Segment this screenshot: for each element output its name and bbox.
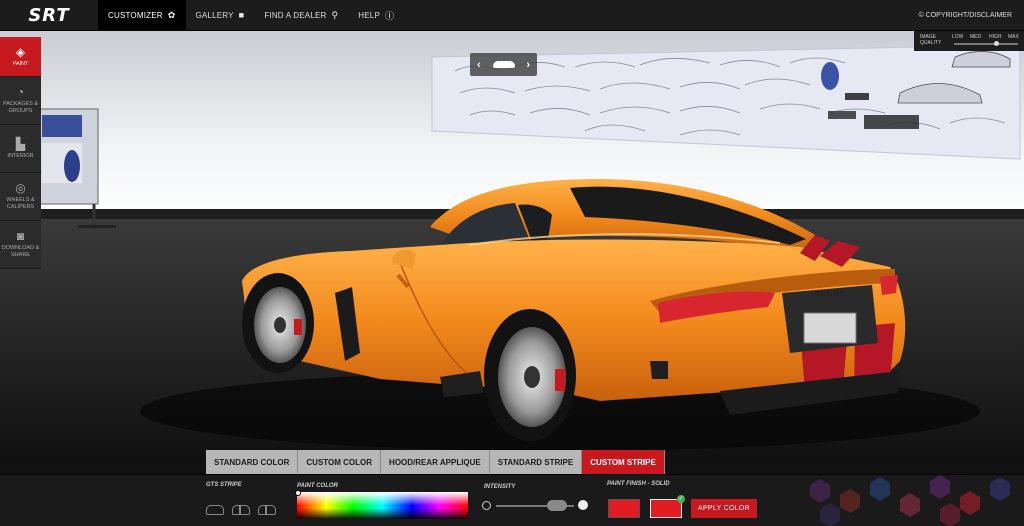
nav-gallery[interactable]: GALLERY ■	[186, 0, 255, 31]
gallery-icon: ■	[238, 10, 245, 20]
gear-icon: ✿	[167, 9, 176, 20]
quality-option-med[interactable]: MED	[970, 34, 981, 40]
location-pin-icon: ⚲	[331, 9, 339, 20]
sidebar-item-download-share[interactable]: ◙ DOWNLOAD & SHARE	[0, 221, 41, 269]
gts-stripe-label: GTS STRIPE	[206, 482, 242, 488]
sidebar-item-label: PAINT	[12, 60, 29, 67]
copyright-disclaimer-link[interactable]: © COPYRIGHT/DISCLAIMER	[919, 0, 1012, 31]
sidebar-item-interior[interactable]: ▙ INTERIOR	[0, 125, 41, 173]
sidebar-item-wheels-calipers[interactable]: ◎ WHEELS & CALIPERS	[0, 173, 41, 221]
paint-icon: ◈	[15, 44, 26, 59]
tab-custom-stripe[interactable]: CUSTOM STRIPE	[582, 450, 665, 474]
intensity-label: INTENSITY	[484, 484, 516, 490]
dodge-badge: DODGE	[814, 291, 846, 298]
paint-swatch-current[interactable]	[608, 499, 640, 518]
single-stripe-car-icon[interactable]	[258, 505, 276, 515]
prev-view-button[interactable]: ‹	[477, 59, 481, 71]
srt-customizer-app: SRT CUSTOMIZER ✿ GALLERY ■ FIND A DEALER…	[0, 0, 1024, 526]
next-view-button[interactable]: ›	[526, 59, 530, 71]
quality-option-high[interactable]: HIGH	[989, 34, 1002, 40]
no-stripe-car-icon[interactable]	[206, 505, 224, 515]
gts-stripe-options	[206, 505, 276, 515]
nav-label: HELP	[358, 10, 380, 20]
vehicle-viewport[interactable]: DODGE	[0, 31, 1024, 463]
quality-option-low[interactable]: LOW	[952, 34, 963, 40]
nav-help[interactable]: HELP ⓘ	[348, 0, 404, 31]
wheel-icon: ◎	[15, 181, 26, 196]
quality-slider-knob[interactable]	[994, 41, 999, 46]
paint-swatch-selected[interactable]: ✓	[650, 495, 685, 518]
sidebar-item-label: DOWNLOAD & SHARE	[1, 245, 40, 258]
showroom-render	[0, 31, 1024, 463]
speedometer-icon: ◔	[16, 85, 25, 100]
nav-label: CUSTOMIZER	[108, 10, 163, 20]
camera-icon: ◙	[16, 229, 25, 244]
image-quality-label: IMAGE QUALITY	[920, 34, 941, 46]
nav-find-a-dealer[interactable]: FIND A DEALER ⚲	[254, 0, 348, 31]
car-view-icon	[492, 61, 515, 68]
quality-option-max[interactable]: MAX	[1008, 34, 1019, 40]
checkmark-icon: ✓	[677, 495, 685, 503]
tab-standard-stripe[interactable]: STANDARD STRIPE	[489, 450, 583, 474]
sidebar-item-packages-groups[interactable]: ◔ PACKAGES & GROUPS	[0, 77, 41, 125]
intensity-max-icon	[578, 500, 588, 510]
top-navigation-bar: SRT CUSTOMIZER ✿ GALLERY ■ FIND A DEALER…	[0, 0, 1024, 31]
decorative-texture	[810, 475, 1010, 526]
main-nav: CUSTOMIZER ✿ GALLERY ■ FIND A DEALER ⚲ H…	[98, 0, 404, 31]
intensity-min-icon	[482, 501, 491, 510]
quality-slider-track[interactable]	[954, 43, 1018, 45]
image-quality-label-line2: QUALITY	[920, 40, 942, 46]
sidebar-item-paint[interactable]: ◈ PAINT	[0, 37, 41, 77]
srt-logo[interactable]: SRT	[0, 0, 98, 31]
color-picker-handle[interactable]	[295, 490, 301, 496]
nav-label: GALLERY	[195, 10, 234, 20]
seat-icon: ▙	[15, 136, 26, 151]
sidebar-item-label: PACKAGES & GROUPS	[2, 101, 39, 114]
tab-standard-color[interactable]: STANDARD COLOR	[206, 450, 299, 474]
tab-hood-rear-applique[interactable]: HOOD/REAR APPLIQUE	[381, 450, 490, 474]
nav-label: FIND A DEALER	[264, 10, 327, 20]
paint-tabs: STANDARD COLOR CUSTOM COLOR HOOD/REAR AP…	[206, 450, 665, 474]
sidebar-item-label: WHEELS & CALIPERS	[6, 197, 35, 210]
intensity-slider-knob[interactable]	[546, 500, 567, 511]
sidebar-item-label: INTERIOR	[7, 152, 34, 159]
view-angle-nav: ‹ ›	[470, 53, 537, 76]
apply-color-button[interactable]: APPLY COLOR	[691, 499, 757, 518]
paint-options-panel: GTS STRIPE PAINT COLOR INTENSITY PAINT F…	[0, 474, 1024, 526]
info-icon: ⓘ	[385, 10, 395, 21]
paint-finish-label: PAINT FINISH - SOLID	[607, 481, 670, 487]
image-quality-control: IMAGE QUALITY LOW MED HIGH MAX	[914, 31, 1024, 51]
nav-customizer[interactable]: CUSTOMIZER ✿	[98, 0, 186, 31]
left-sidebar: ◈ PAINT ◔ PACKAGES & GROUPS ▙ INTERIOR ◎…	[0, 37, 41, 269]
tab-custom-color[interactable]: CUSTOM COLOR	[298, 450, 382, 474]
color-spectrum-picker[interactable]	[295, 490, 468, 519]
dual-stripe-car-icon[interactable]	[232, 505, 250, 515]
paint-color-label: PAINT COLOR	[297, 483, 338, 489]
